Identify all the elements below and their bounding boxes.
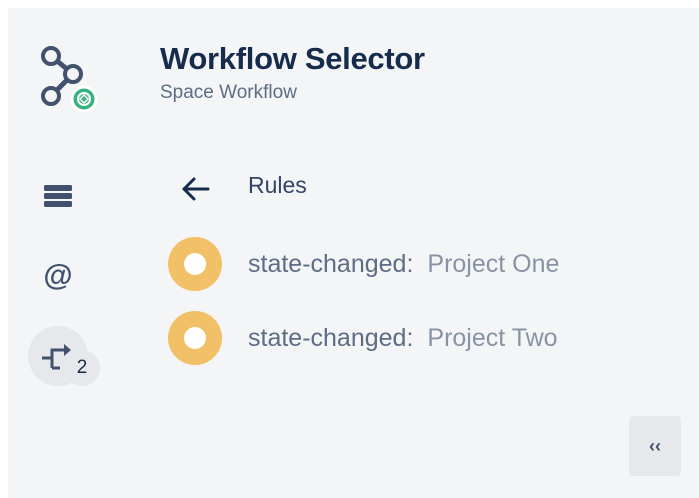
rule-target: Project Two: [427, 323, 558, 352]
status-indicator: [168, 237, 222, 291]
rule-event: state-changed:: [248, 323, 414, 352]
back-button[interactable]: [174, 168, 216, 210]
page-title: Workflow Selector: [160, 41, 425, 76]
page-subtitle: Space Workflow: [160, 82, 297, 103]
rule-item[interactable]: state-changed: Project One: [168, 236, 628, 292]
rule-target: Project One: [427, 249, 560, 278]
arrow-left-icon: [182, 177, 210, 201]
stack-icon: [44, 185, 72, 207]
at-icon: @: [43, 259, 73, 292]
sidebar-item-rules-list[interactable]: [28, 166, 88, 226]
collapse-button[interactable]: ‹‹: [629, 416, 681, 476]
sidebar-item-mentions[interactable]: @: [28, 246, 88, 306]
workflow-logo-icon: [41, 46, 98, 113]
workflow-selector-panel: Workflow Selector Space Workflow @ 2 Rul…: [8, 8, 699, 498]
status-indicator: [168, 311, 222, 365]
rule-item[interactable]: state-changed: Project Two: [168, 310, 628, 366]
double-chevron-left-icon: ‹‹: [649, 435, 661, 456]
section-title: Rules: [248, 172, 307, 198]
transition-count-badge: 2: [64, 350, 100, 386]
rule-event: state-changed:: [248, 249, 414, 278]
